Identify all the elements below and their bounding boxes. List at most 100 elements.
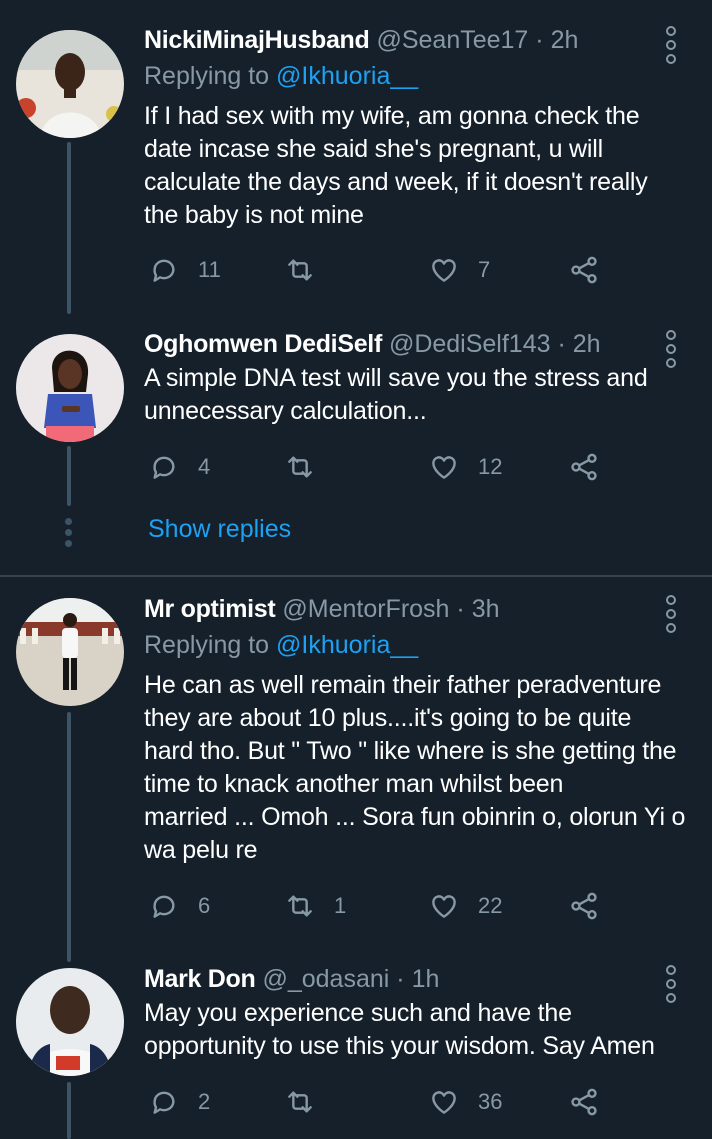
tweet-text-line: they are about 10 plus....it's going to … <box>144 704 632 732</box>
retweet-icon <box>288 895 312 917</box>
separator-dot: · <box>557 330 566 358</box>
tweet-text-line: the baby is not mine <box>144 201 364 229</box>
share-button[interactable] <box>568 888 600 924</box>
tweet-text-line: married ... Omoh ... Sora fun obinrin o,… <box>144 803 686 831</box>
tweet-header: Oghomwen DediSelf @DediSelf143 · 2h <box>144 329 601 359</box>
thread-line <box>67 1082 71 1139</box>
user-handle[interactable]: @DediSelf143 <box>389 330 551 358</box>
like-icon <box>432 456 456 479</box>
like-button[interactable]: 36 <box>428 1084 502 1120</box>
reply-icon <box>153 895 175 918</box>
tweet-text-line: If I had sex with my wife, am gonna chec… <box>144 102 640 130</box>
avatar[interactable] <box>16 968 124 1076</box>
avatar[interactable] <box>16 598 124 706</box>
share-icon <box>571 256 597 284</box>
retweet-button[interactable] <box>284 449 334 485</box>
timestamp[interactable]: 3h <box>472 595 500 623</box>
tweet-text-line: hard tho. But " Two " like where is she … <box>144 737 677 765</box>
more-options-icon[interactable] <box>666 595 676 633</box>
tweet-text: A simple DNA test will save you the stre… <box>144 362 694 428</box>
user-handle[interactable]: @_odasani <box>262 965 389 993</box>
timestamp[interactable]: 1h <box>412 965 440 993</box>
replying-label: Replying to <box>144 62 270 90</box>
reply-count: 2 <box>198 1089 211 1114</box>
replying-to: Replying to @Ikhuoria__ <box>144 630 418 660</box>
thread-line <box>67 142 71 314</box>
reply-button[interactable]: 4 <box>148 449 210 485</box>
separator-dot: · <box>456 595 465 623</box>
thread-line <box>67 446 71 506</box>
share-icon <box>571 892 597 920</box>
mention-link[interactable]: @Ikhuoria__ <box>276 62 418 90</box>
tweet-text-line: He can as well remain their father perad… <box>144 671 662 699</box>
retweet-button[interactable] <box>284 252 334 288</box>
like-button[interactable]: 12 <box>428 449 502 485</box>
like-button[interactable]: 7 <box>428 252 490 288</box>
like-count: 7 <box>478 257 491 282</box>
user-handle[interactable]: @SeanTee17 <box>376 26 528 54</box>
more-options-icon[interactable] <box>666 26 676 64</box>
avatar-image <box>16 968 124 1076</box>
reply-button[interactable]: 6 <box>148 888 210 924</box>
retweet-count: 1 <box>334 893 347 918</box>
tweet-header: NickiMinajHusband @SeanTee17 · 2h <box>144 25 578 55</box>
share-icon <box>571 1088 597 1116</box>
tweet-text: He can as well remain their father perad… <box>144 669 694 867</box>
replying-label: Replying to <box>144 631 270 659</box>
share-button[interactable] <box>568 449 600 485</box>
like-button[interactable]: 22 <box>428 888 502 924</box>
timestamp[interactable]: 2h <box>573 330 601 358</box>
tweet-text-line: A simple DNA test will save you the stre… <box>144 364 648 392</box>
display-name[interactable]: Mr optimist <box>144 595 276 623</box>
retweet-icon <box>288 259 312 281</box>
like-count: 12 <box>478 454 503 479</box>
tweet-text-line: opportunity to use this your wisdom. Say… <box>144 1032 655 1060</box>
tweet-text: If I had sex with my wife, am gonna chec… <box>144 100 694 232</box>
share-icon <box>571 453 597 481</box>
like-count: 36 <box>478 1089 503 1114</box>
display-name[interactable]: Mark Don <box>144 965 256 993</box>
tweet-text: May you experience such and have the opp… <box>144 997 694 1063</box>
avatar[interactable] <box>16 30 124 138</box>
separator-dot: · <box>396 965 405 993</box>
timestamp[interactable]: 2h <box>551 26 579 54</box>
avatar-image <box>16 30 124 138</box>
reply-count: 6 <box>198 893 211 918</box>
show-replies-link[interactable]: Show replies <box>148 514 291 544</box>
like-icon <box>432 259 456 282</box>
reply-icon <box>153 456 175 479</box>
reply-icon <box>153 259 175 282</box>
separator-dot: · <box>535 26 544 54</box>
retweet-button[interactable]: 1 <box>284 888 346 924</box>
tweet-text-line: unnecessary calculation... <box>144 397 427 425</box>
retweet-icon <box>288 456 312 478</box>
display-name[interactable]: Oghomwen DediSelf <box>144 330 382 358</box>
divider <box>0 575 712 577</box>
like-count: 22 <box>478 893 503 918</box>
like-icon <box>432 1091 456 1114</box>
reply-icon <box>153 1091 175 1114</box>
replying-to: Replying to @Ikhuoria__ <box>144 61 418 91</box>
action-bar: 4 12 <box>144 449 614 485</box>
reply-button[interactable]: 11 <box>148 252 221 288</box>
share-button[interactable] <box>568 1084 600 1120</box>
tweet-text-line: May you experience such and have the <box>144 999 572 1027</box>
user-handle[interactable]: @MentorFrosh <box>282 595 449 623</box>
share-button[interactable] <box>568 252 600 288</box>
avatar[interactable] <box>16 334 124 442</box>
thread-continuation-dots <box>65 518 72 547</box>
tweet-text-line: date incase she said she's pregnant, u w… <box>144 135 603 163</box>
action-bar: 6 1 22 <box>144 888 614 924</box>
tweet-header: Mr optimist @MentorFrosh · 3h <box>144 594 500 624</box>
mention-link[interactable]: @Ikhuoria__ <box>276 631 418 659</box>
like-icon <box>432 895 456 918</box>
display-name[interactable]: NickiMinajHusband <box>144 26 370 54</box>
retweet-button[interactable] <box>284 1084 334 1120</box>
tweet-header: Mark Don @_odasani · 1h <box>144 964 439 994</box>
reply-count: 4 <box>198 454 211 479</box>
reply-count: 11 <box>198 257 221 282</box>
reply-button[interactable]: 2 <box>148 1084 210 1120</box>
thread-line <box>67 712 71 962</box>
avatar-image <box>16 598 124 706</box>
tweet-text-line: time to knack another man whilst been <box>144 770 564 798</box>
